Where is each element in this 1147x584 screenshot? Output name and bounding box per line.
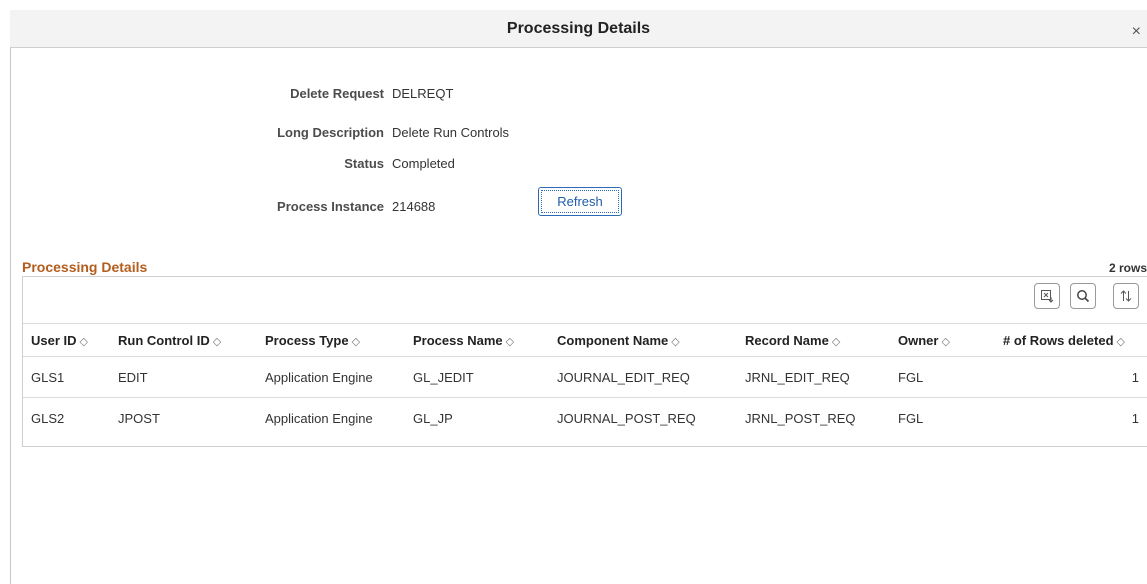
export-excel-button[interactable] [1034,283,1060,309]
column-header-user-id[interactable]: User ID ◇ [23,323,110,357]
cell-record-name: JRNL_EDIT_REQ [737,356,890,398]
long-description-value: Delete Run Controls [392,125,510,140]
sort-indicator-icon: ◇ [831,335,841,348]
cell-owner: FGL [898,410,924,426]
column-header-process-name[interactable]: Process Name ◇ [405,323,549,357]
export-excel-icon [1041,290,1054,303]
cell-owner: FGL [890,356,995,398]
column-header-run-control-id[interactable]: Run Control ID ◇ [110,323,257,357]
sort-button[interactable] [1113,283,1139,309]
table-row: GLS1 EDIT Application Engine GL_JEDIT JO… [23,356,1147,398]
sort-indicator-icon: ◇ [351,335,361,348]
sort-indicator-icon: ◇ [212,335,222,348]
cell-component-name: JOURNAL_POST_REQ [557,410,696,426]
search-icon [1077,290,1090,303]
data-table: User ID ◇ Run Control ID ◇ Process Type ◇ P… [23,323,1147,438]
sort-indicator-icon: ◇ [671,335,680,348]
close-icon[interactable]: × [1132,24,1141,40]
cell-process-name: GL_JEDIT [405,356,549,398]
refresh-button[interactable]: Refresh [538,187,622,216]
sort-icon [1120,290,1132,302]
process-instance-value: 214688 [392,199,436,214]
cell-user-id: GLS2 [31,410,65,426]
sort-indicator-icon: ◇ [941,335,950,348]
dialog-header: Processing Details × [10,10,1147,48]
grid-title: Processing Details [22,259,148,275]
sort-indicator-icon: ◇ [79,335,88,348]
column-header-owner[interactable]: Owner ◇ [890,323,995,357]
sort-indicator-icon: ◇ [1116,335,1125,348]
delete-request-value: DELREQT [392,86,454,101]
status-label: Status [344,156,384,171]
cell-process-type: Application Engine [265,410,373,426]
cell-process-name: GL_JP [413,410,453,426]
delete-request-label: Delete Request [290,86,384,101]
cell-rows-deleted: 1 [1131,410,1139,426]
cell-component-name: JOURNAL_EDIT_REQ [549,356,737,398]
header-row: User ID ◇ Run Control ID ◇ Process Type ◇ P… [23,323,1147,357]
column-header-process-type[interactable]: Process Type ◇ [257,323,405,357]
table-row: GLS2 JPOST Application Engine GL_JP JOUR… [23,398,1147,439]
status-value: Completed [392,156,455,171]
processing-details-grid: User ID ◇ Run Control ID ◇ Process Type ◇ P… [22,276,1147,447]
cell-rows-deleted: 1 [995,356,1147,398]
row-count: 2 rows [1108,261,1147,275]
grid-toolbar [23,277,1147,323]
cell-record-name: JRNL_POST_REQ [745,410,856,426]
long-description-label: Long Description [277,125,384,140]
cell-user-id: GLS1 [23,356,110,398]
column-header-rows-deleted[interactable]: # of Rows deleted ◇ [995,323,1147,357]
search-button[interactable] [1070,283,1096,309]
column-header-record-name[interactable]: Record Name ◇ [737,323,890,357]
process-instance-label: Process Instance [277,199,384,214]
cell-process-type: Application Engine [257,356,405,398]
cell-run-control-id: JPOST [118,410,160,426]
column-header-component-name[interactable]: Component Name ◇ [549,323,737,357]
dialog-title: Processing Details [506,20,651,37]
cell-run-control-id: EDIT [110,356,257,398]
sort-indicator-icon: ◇ [505,335,515,348]
